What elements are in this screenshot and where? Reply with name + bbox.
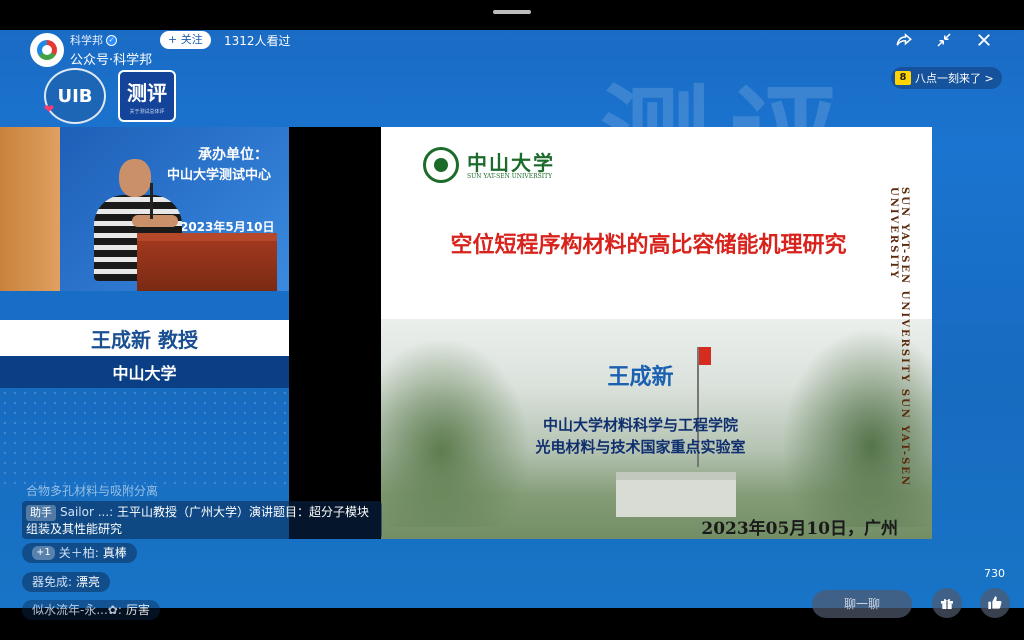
comment-text: 真棒 xyxy=(102,546,127,560)
like-button[interactable] xyxy=(980,588,1010,618)
shrink-icon[interactable] xyxy=(934,30,954,50)
banner-host-name: 中山大学测试中心 xyxy=(167,168,272,183)
comment-user: 器免成: xyxy=(32,575,73,589)
plus-one-badge: +1 xyxy=(32,546,55,560)
microphone xyxy=(150,183,153,219)
slide-letterbox xyxy=(289,127,381,539)
promo-icon: 8 xyxy=(895,71,911,85)
thumbs-up-icon xyxy=(988,596,1002,609)
university-name-en: SUN YAT-SEN UNIVERSITY xyxy=(467,173,553,180)
promo-label: 八点一刻来了 > xyxy=(915,72,994,85)
speaker-name: 王成新 教授 xyxy=(91,327,198,352)
speaker-org-band: 中山大学 xyxy=(0,356,289,388)
slide-author: 王成新 xyxy=(607,365,674,390)
share-icon[interactable] xyxy=(894,30,914,50)
slide-date: 2023年05月10日，广州 xyxy=(701,519,898,539)
sysu-emblem-icon xyxy=(423,147,459,183)
status-strip xyxy=(0,0,1024,30)
like-count: 730 xyxy=(984,567,1005,580)
presentation-slide: 中山大学 SUN YAT-SEN UNIVERSITY SUN YAT-SEN … xyxy=(381,127,932,539)
chat-input[interactable]: 聊一聊 xyxy=(812,590,912,618)
account-name: 科学邦 xyxy=(70,34,103,47)
banner-host-label: 承办单位： xyxy=(198,147,268,163)
comment-text: 厉害 xyxy=(125,603,150,617)
ceping-logo-title: 测评 xyxy=(127,81,167,105)
gift-button[interactable] xyxy=(932,588,962,618)
assistant-tag: 助手 xyxy=(26,505,56,521)
speaker-video: 承办单位： 中山大学测试中心 2023年5月10日 xyxy=(0,127,289,291)
account-avatar[interactable] xyxy=(30,33,64,67)
comment-user: 似水流年-永...✿: xyxy=(32,603,122,617)
event-logos: UIB 测评 关于测试总体评 xyxy=(44,68,176,124)
speaker-name-band: 王成新 教授 xyxy=(0,320,289,356)
comment-faded: 合物多孔材料与吸附分离 xyxy=(26,484,159,498)
slide-institution-1: 中山大学材料科学与工程学院 xyxy=(542,416,738,434)
comment-user: 关＋柏: xyxy=(58,546,99,560)
heart-icon: ❤ xyxy=(44,102,55,116)
verified-icon: ✓ xyxy=(106,34,117,46)
comment-user: Sailor ...: xyxy=(60,505,114,519)
speaker-arm xyxy=(132,215,178,227)
assistant-comment: 助手 Sailor ...: 王平山教授（广州大学）演讲题目：超分子模块组装及其性… xyxy=(22,501,382,539)
decorative-dots xyxy=(0,388,289,488)
promo-badge[interactable]: 8 八点一刻来了 > xyxy=(891,67,1002,89)
slide-institution-2: 光电材料与技术国家重点实验室 xyxy=(535,438,746,456)
account-name-row: 科学邦 ✓ xyxy=(70,32,152,48)
speaker-head xyxy=(119,159,151,197)
account-subtitle: 公众号·科学邦 xyxy=(70,53,153,68)
speaker-affiliation: 中山大学 xyxy=(112,364,177,383)
account-info[interactable]: 科学邦 ✓ 公众号·科学邦 xyxy=(30,32,152,68)
follow-button[interactable]: + 关注 xyxy=(160,31,211,49)
comment-item: +1 关＋柏: 真棒 xyxy=(22,543,137,563)
gift-icon xyxy=(941,598,953,609)
comment-item: 似水流年-永...✿: 厉害 xyxy=(22,600,160,620)
ceping-logo-sub: 关于测试总体评 xyxy=(129,109,165,115)
comment-text: 漂亮 xyxy=(76,575,101,589)
viewer-count: 1312人看过 xyxy=(224,34,291,48)
wall xyxy=(0,127,60,291)
top-controls xyxy=(894,30,994,50)
slide-title: 空位短程序构材料的高比容储能机理研究 xyxy=(450,233,847,258)
podium xyxy=(137,233,277,291)
comment-item: 器免成: 漂亮 xyxy=(22,572,111,592)
drag-handle[interactable] xyxy=(493,10,531,14)
ceping-logo: 测评 关于测试总体评 xyxy=(118,70,176,122)
university-name-cn: 中山大学 xyxy=(467,151,555,175)
campus-gate xyxy=(616,472,736,517)
close-icon[interactable] xyxy=(974,30,994,50)
